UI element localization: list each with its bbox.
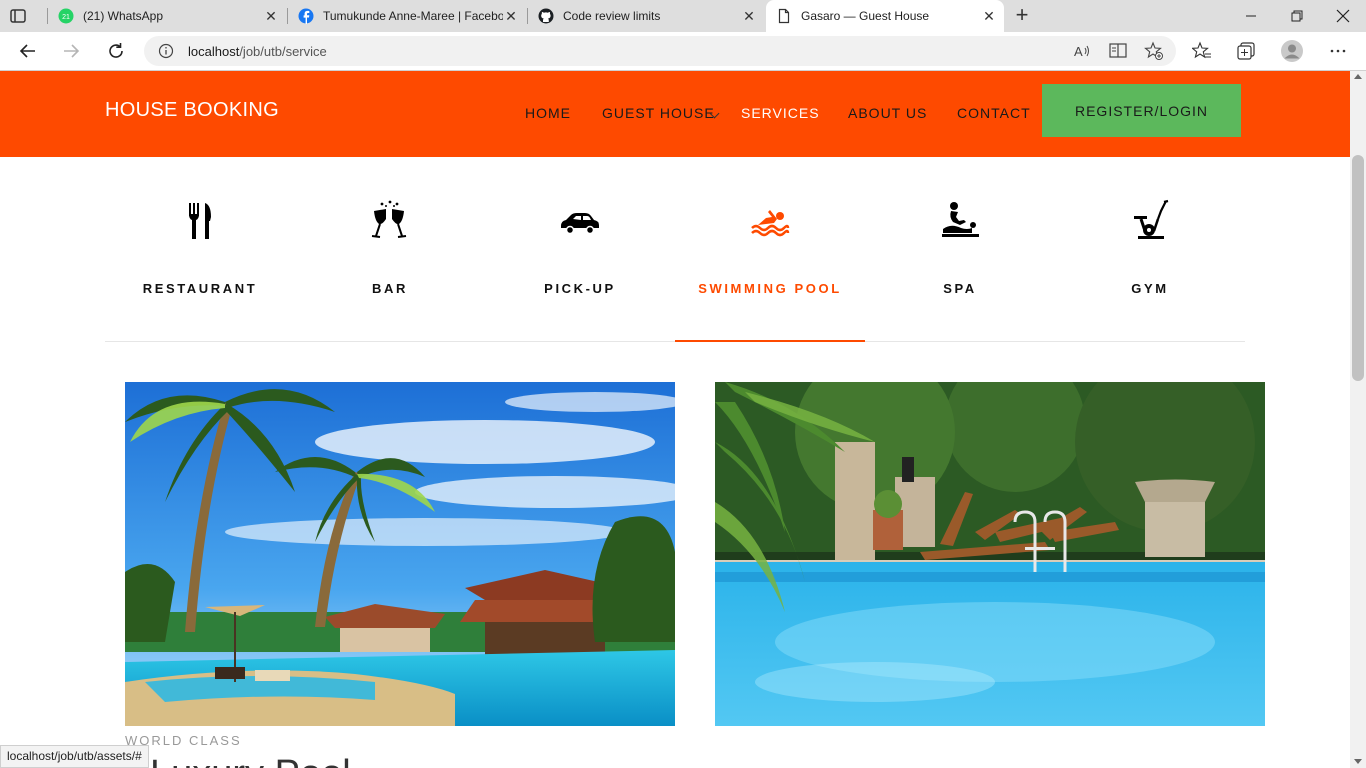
garden-pool-illustration [715,382,1265,726]
browser-toolbar: localhost/job/utb/service A [0,32,1366,71]
resort-pool-illustration [125,382,675,726]
close-tab-icon[interactable]: ✕ [504,9,518,23]
collections-icon[interactable] [1236,41,1256,61]
url-text: localhost/job/utb/service [188,44,327,59]
close-window-button[interactable] [1320,0,1366,32]
scroll-down-icon[interactable] [1354,759,1362,764]
facebook-icon [298,8,314,24]
service-label: GYM [1131,281,1169,296]
nav-guest-house[interactable]: GUEST HOUSE [602,105,715,121]
address-bar[interactable]: localhost/job/utb/service A [144,36,1176,66]
close-icon [1336,9,1350,23]
service-tab-spa[interactable]: SPA [865,199,1055,342]
resort-pool-photo [125,382,675,726]
site-info-icon[interactable] [158,43,174,59]
section-title: Luxury Pool [150,753,351,768]
service-tab-bar[interactable]: BAR [295,199,485,342]
swimmer-icon [751,210,790,237]
service-label: PICK-UP [544,281,616,296]
nav-about-us[interactable]: ABOUT US [848,105,927,121]
tab-whatsapp[interactable]: 21 (21) WhatsApp ✕ [48,0,286,32]
service-label: SWIMMING POOL [698,281,842,296]
tab-gasaro-active[interactable]: Gasaro — Guest House ✕ [766,0,1004,32]
tab-title: Gasaro — Guest House [801,9,930,23]
page-viewport: HOUSE BOOKING HOME GUEST HOUSE SERVICES … [0,71,1350,768]
service-label: BAR [372,281,408,296]
massage-icon [942,202,979,237]
whatsapp-icon: 21 [58,8,74,24]
scroll-thumb[interactable] [1352,155,1364,381]
scroll-up-icon[interactable] [1354,74,1362,79]
profile-avatar-icon[interactable] [1280,39,1304,63]
restore-icon [1291,10,1303,22]
restore-button[interactable] [1274,0,1320,32]
tab-title: Code review limits [563,9,661,23]
tab-title: Tumukunde Anne-Maree | Facebook [323,9,503,23]
add-favorite-icon[interactable] [1144,41,1164,61]
minimize-button[interactable] [1228,0,1274,32]
close-tab-icon[interactable]: ✕ [982,9,996,23]
tab-facebook[interactable]: Tumukunde Anne-Maree | Facebook ✕ [288,0,526,32]
svg-text:21: 21 [62,14,70,21]
car-icon [561,213,599,235]
service-tab-gym[interactable]: GYM [1055,199,1245,342]
immersive-reader-icon[interactable] [1108,41,1128,61]
garden-pool-photo [715,382,1265,726]
back-button[interactable] [17,40,39,62]
nav-contact[interactable]: CONTACT [957,105,1031,121]
refresh-button[interactable] [105,40,127,62]
wine-glasses-icon [371,200,407,238]
exercise-bike-icon [1134,199,1169,239]
fork-knife-icon [189,203,211,239]
github-icon [538,8,554,24]
new-tab-button[interactable]: + [1011,4,1033,27]
forward-button[interactable] [60,40,82,62]
page-icon [778,8,790,24]
service-label: SPA [943,281,977,296]
more-options-icon[interactable] [1328,41,1348,61]
service-tab-restaurant[interactable]: RESTAURANT [105,199,295,342]
service-tab-pick-up[interactable]: PICK-UP [485,199,675,342]
close-tab-icon[interactable]: ✕ [742,9,756,23]
active-tab-indicator [675,340,865,342]
nav-home[interactable]: HOME [525,105,571,121]
svg-text:A: A [1074,44,1083,59]
site-header: HOUSE BOOKING HOME GUEST HOUSE SERVICES … [0,71,1350,157]
tab-title: (21) WhatsApp [83,9,164,23]
tab-actions-icon[interactable] [9,7,27,25]
page-scrollbar[interactable] [1350,71,1366,768]
register-login-button[interactable]: REGISTER/LOGIN [1042,84,1241,137]
minimize-icon [1246,15,1256,17]
read-aloud-icon[interactable]: A [1072,41,1092,61]
link-status-url: localhost/job/utb/assets/# [0,745,149,768]
site-brand[interactable]: HOUSE BOOKING [105,99,279,122]
service-label: RESTAURANT [142,281,258,296]
browser-tab-bar: 21 (21) WhatsApp ✕ Tumukunde Anne-Maree … [0,0,1366,32]
service-tab-swimming-pool[interactable]: SWIMMING POOL [675,199,865,342]
close-tab-icon[interactable]: ✕ [264,9,278,23]
tab-github[interactable]: Code review limits ✕ [528,0,764,32]
favorites-icon[interactable] [1192,41,1212,61]
nav-services[interactable]: SERVICES [741,105,820,121]
